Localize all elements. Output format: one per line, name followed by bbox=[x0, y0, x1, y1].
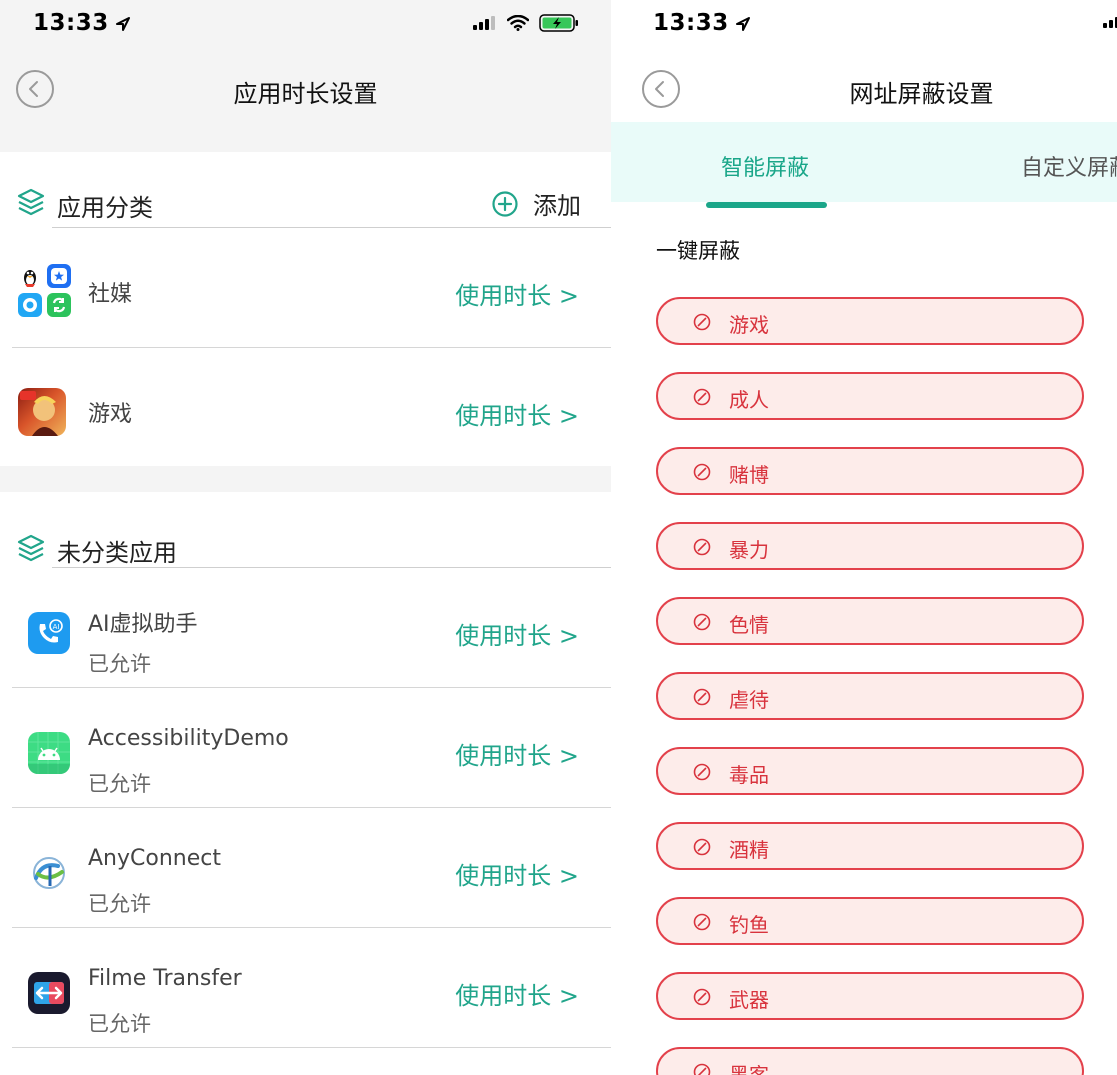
block-chip-abuse[interactable]: 虐待 bbox=[656, 672, 1084, 720]
block-icon bbox=[693, 838, 711, 856]
block-icon bbox=[693, 313, 711, 331]
filme-transfer-app-icon bbox=[28, 972, 70, 1014]
app-categories-section: 应用分类 添加 社媒 使用时长 > 游戏 使用时长 > bbox=[0, 152, 611, 466]
status-bar: 13:33 bbox=[0, 0, 611, 50]
nav-bar: 应用时长设置 bbox=[0, 50, 611, 122]
usage-time-link[interactable]: 使用时长 > bbox=[455, 736, 579, 771]
chip-label: 游戏 bbox=[729, 313, 769, 337]
status-bar: 13:33 bbox=[611, 0, 1117, 50]
app-row-anyconnect[interactable]: AnyConnect 已允许 使用时长 > bbox=[0, 808, 611, 928]
usage-time-link[interactable]: 使用时长 > bbox=[455, 856, 579, 891]
chip-label: 武器 bbox=[729, 988, 769, 1012]
app-name: AnyConnect bbox=[88, 846, 221, 871]
add-label: 添加 bbox=[533, 192, 581, 220]
block-icon bbox=[693, 913, 711, 931]
block-icon bbox=[693, 538, 711, 556]
block-chip-drugs[interactable]: 毒品 bbox=[656, 747, 1084, 795]
svg-text:AI: AI bbox=[53, 623, 60, 631]
block-icon bbox=[693, 463, 711, 481]
plus-circle-icon bbox=[492, 190, 518, 217]
wifi-icon bbox=[507, 15, 529, 31]
app-row-filme-transfer[interactable]: Filme Transfer 已允许 使用时长 > bbox=[0, 928, 611, 1048]
block-chip-games[interactable]: 游戏 bbox=[656, 297, 1084, 345]
chip-label: 成人 bbox=[729, 388, 769, 412]
chip-label: 黑客 bbox=[729, 1063, 769, 1075]
chip-label: 色情 bbox=[729, 613, 769, 637]
section-title: 应用分类 bbox=[57, 194, 153, 222]
tab-custom-block[interactable]: 自定义屏蔽 bbox=[1021, 150, 1117, 182]
app-name: Filme Transfer bbox=[88, 966, 242, 991]
block-icon bbox=[693, 1063, 711, 1075]
block-icon bbox=[693, 988, 711, 1006]
usage-time-link[interactable]: 使用时长 > bbox=[455, 396, 579, 431]
category-row-social[interactable]: 社媒 使用时长 > bbox=[0, 228, 611, 348]
url-block-settings-screen: 13:33 网址屏蔽设置 智能屏蔽 自定义屏蔽 一键屏蔽 游戏 成人 赌博 暴力… bbox=[611, 0, 1117, 1075]
category-row-games[interactable]: 游戏 使用时长 > bbox=[0, 348, 611, 468]
game-app-icon bbox=[18, 388, 66, 436]
app-status: 已允许 bbox=[88, 892, 151, 916]
location-arrow-icon bbox=[735, 16, 750, 31]
block-chip-pornography[interactable]: 色情 bbox=[656, 597, 1084, 645]
status-time: 13:33 bbox=[653, 10, 751, 36]
chip-label: 钓鱼 bbox=[729, 913, 769, 937]
signal-icon bbox=[1103, 17, 1117, 28]
block-icon bbox=[693, 763, 711, 781]
battery-charging-icon bbox=[539, 14, 578, 32]
block-chip-gambling[interactable]: 赌博 bbox=[656, 447, 1084, 495]
block-chip-weapons[interactable]: 武器 bbox=[656, 972, 1084, 1020]
page-title: 应用时长设置 bbox=[233, 80, 378, 108]
block-chip-adult[interactable]: 成人 bbox=[656, 372, 1084, 420]
active-tab-indicator bbox=[706, 202, 827, 208]
app-name: AccessibilityDemo bbox=[88, 726, 289, 751]
chip-label: 虐待 bbox=[729, 688, 769, 712]
android-app-icon bbox=[28, 732, 70, 774]
layers-icon bbox=[17, 188, 45, 216]
block-chip-violence[interactable]: 暴力 bbox=[656, 522, 1084, 570]
category-name: 游戏 bbox=[88, 402, 133, 427]
tab-bar: 智能屏蔽 自定义屏蔽 bbox=[611, 122, 1117, 208]
one-click-block-label: 一键屏蔽 bbox=[656, 239, 740, 263]
app-status: 已允许 bbox=[88, 652, 151, 676]
chip-label: 毒品 bbox=[729, 763, 769, 787]
layers-icon bbox=[17, 534, 45, 562]
chip-label: 酒精 bbox=[729, 838, 769, 862]
anyconnect-app-icon bbox=[28, 852, 70, 894]
app-status: 已允许 bbox=[88, 772, 151, 796]
signal-icon bbox=[473, 16, 495, 30]
app-row-ai-assistant[interactable]: AI AI虚拟助手 已允许 使用时长 > bbox=[0, 568, 611, 688]
tab-smart-block[interactable]: 智能屏蔽 bbox=[721, 150, 809, 182]
usage-time-link[interactable]: 使用时长 > bbox=[455, 276, 579, 311]
block-chip-phishing[interactable]: 钓鱼 bbox=[656, 897, 1084, 945]
chip-label: 赌博 bbox=[729, 463, 769, 487]
section-header: 应用分类 添加 bbox=[0, 152, 611, 228]
chip-label: 暴力 bbox=[729, 538, 769, 562]
block-icon bbox=[693, 688, 711, 706]
section-title: 未分类应用 bbox=[57, 539, 177, 567]
app-name: AI虚拟助手 bbox=[88, 612, 198, 637]
status-icons bbox=[473, 14, 579, 32]
block-chip-hacker[interactable]: 黑客 bbox=[656, 1047, 1084, 1075]
location-arrow-icon bbox=[115, 16, 130, 31]
app-status: 已允许 bbox=[88, 1012, 151, 1036]
nav-bar: 网址屏蔽设置 bbox=[611, 50, 1117, 122]
status-icons bbox=[1103, 14, 1117, 28]
block-chip-alcohol[interactable]: 酒精 bbox=[656, 822, 1084, 870]
app-time-settings-screen: 13:33 应用时长设置 应用分类 添加 社媒 使用时长 > 游戏 使用时长 >… bbox=[0, 0, 611, 1075]
category-name: 社媒 bbox=[88, 282, 133, 307]
usage-time-link[interactable]: 使用时长 > bbox=[455, 616, 579, 651]
status-time: 13:33 bbox=[33, 10, 131, 36]
app-row-accessibility-demo[interactable]: AccessibilityDemo 已允许 使用时长 > bbox=[0, 688, 611, 808]
block-icon bbox=[693, 388, 711, 406]
usage-time-link[interactable]: 使用时长 > bbox=[455, 976, 579, 1011]
ai-assistant-app-icon: AI bbox=[28, 612, 70, 654]
uncategorized-apps-section: 未分类应用 AI AI虚拟助手 已允许 使用时长 > Accessibility… bbox=[0, 492, 611, 1075]
block-icon bbox=[693, 613, 711, 631]
social-apps-icon bbox=[18, 264, 72, 318]
divider bbox=[12, 1047, 611, 1048]
add-category-button[interactable]: 添加 bbox=[491, 186, 581, 221]
section-header: 未分类应用 bbox=[0, 492, 611, 568]
page-title: 网址屏蔽设置 bbox=[849, 80, 994, 108]
